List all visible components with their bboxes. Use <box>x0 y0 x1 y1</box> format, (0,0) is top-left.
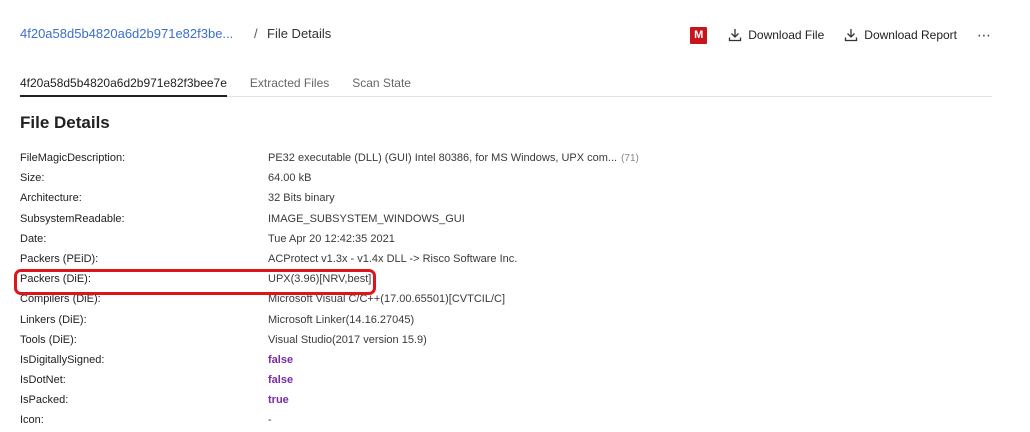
mcafee-logo-icon: M <box>690 26 708 44</box>
detail-value: false <box>268 353 294 366</box>
detail-row: IsPacked: true <box>20 391 1000 411</box>
detail-value: Microsoft Linker(14.16.27045) <box>268 313 415 326</box>
download-report-label: Download Report <box>864 28 957 42</box>
detail-key: IsDigitallySigned: <box>20 353 105 366</box>
details-list: FileMagicDescription: PE32 executable (D… <box>20 149 1000 432</box>
detail-value-count[interactable]: (71) <box>621 153 639 164</box>
detail-value: - <box>268 414 272 427</box>
detail-key: Packers (PEiD): <box>20 252 99 265</box>
detail-key: IsDotNet: <box>20 374 66 387</box>
detail-key: Architecture: <box>20 192 82 205</box>
detail-key: Size: <box>20 172 45 185</box>
detail-key: Icon: <box>20 414 44 427</box>
download-icon <box>729 29 742 42</box>
detail-value: ACProtect v1.3x - v1.4x DLL -> Risco Sof… <box>268 252 518 265</box>
breadcrumb-separator: / <box>254 26 258 41</box>
breadcrumb-file-hash-link[interactable]: 4f20a58d5b4820a6d2b971e82f3be... <box>20 26 233 41</box>
detail-value: true <box>268 394 289 407</box>
detail-row: Packers (PEiD): ACProtect v1.3x - v1.4x … <box>20 250 1000 270</box>
detail-key: IsPacked: <box>20 394 69 407</box>
detail-row: Size: 64.00 kB <box>20 169 1000 189</box>
detail-value: 64.00 kB <box>268 172 312 185</box>
detail-key: Packers (DiE): <box>20 273 91 286</box>
detail-value-text: PE32 executable (DLL) (GUI) Intel 80386,… <box>268 152 618 164</box>
detail-row: FileMagicDescription: PE32 executable (D… <box>20 149 1000 169</box>
detail-row: SubsystemReadable: IMAGE_SUBSYSTEM_WINDO… <box>20 210 1000 230</box>
detail-value: Tue Apr 20 12:42:35 2021 <box>268 232 395 245</box>
detail-value: IMAGE_SUBSYSTEM_WINDOWS_GUI <box>268 212 465 225</box>
detail-value: UPX(3.96)[NRV,best] <box>268 273 372 286</box>
detail-value: 32 Bits binary <box>268 192 335 205</box>
detail-row: IsDotNet: false <box>20 371 1000 391</box>
detail-value: false <box>268 374 294 387</box>
breadcrumb-current-page: File Details <box>267 26 332 41</box>
download-report-button[interactable]: Download Report <box>844 28 957 42</box>
header: 4f20a58d5b4820a6d2b971e82f3be... / File … <box>20 22 1010 48</box>
detail-value: Visual Studio(2017 version 15.9) <box>268 333 427 346</box>
detail-key: Date: <box>20 232 47 245</box>
detail-row: IsDigitallySigned: false <box>20 351 1000 371</box>
detail-key: Compilers (DiE): <box>20 293 101 306</box>
download-icon <box>845 29 858 42</box>
detail-row: Compilers (DiE): Microsoft Visual C/C++(… <box>20 290 1000 310</box>
download-file-label: Download File <box>748 28 825 42</box>
detail-row: Architecture: 32 Bits binary <box>20 189 1000 209</box>
detail-value: Microsoft Visual C/C++(17.00.65501)[CVTC… <box>268 293 506 306</box>
detail-row: Linkers (DiE): Microsoft Linker(14.16.27… <box>20 311 1000 331</box>
tab-file-hash[interactable]: 4f20a58d5b4820a6d2b971e82f3bee7e <box>20 70 227 97</box>
tab-scan-state[interactable]: Scan State <box>352 70 411 97</box>
detail-key: Tools (DiE): <box>20 333 77 346</box>
detail-key: Linkers (DiE): <box>20 313 87 326</box>
detail-value: PE32 executable (DLL) (GUI) Intel 80386,… <box>268 152 639 164</box>
detail-key: FileMagicDescription: <box>20 152 126 164</box>
header-actions: M Download File Download Report ⋯ <box>690 24 992 46</box>
detail-row: Date: Tue Apr 20 12:42:35 2021 <box>20 230 1000 250</box>
tab-extracted-files[interactable]: Extracted Files <box>250 70 329 97</box>
more-options-icon[interactable]: ⋯ <box>977 27 992 44</box>
detail-row: Tools (DiE): Visual Studio(2017 version … <box>20 331 1000 351</box>
detail-row: Packers (DiE): UPX(3.96)[NRV,best] <box>20 270 1000 290</box>
detail-key: SubsystemReadable: <box>20 212 125 225</box>
section-title: File Details <box>20 113 110 132</box>
download-file-button[interactable]: Download File <box>728 28 824 42</box>
detail-row: Icon: - <box>20 411 1000 431</box>
tab-bar: 4f20a58d5b4820a6d2b971e82f3bee7e Extract… <box>20 70 992 97</box>
